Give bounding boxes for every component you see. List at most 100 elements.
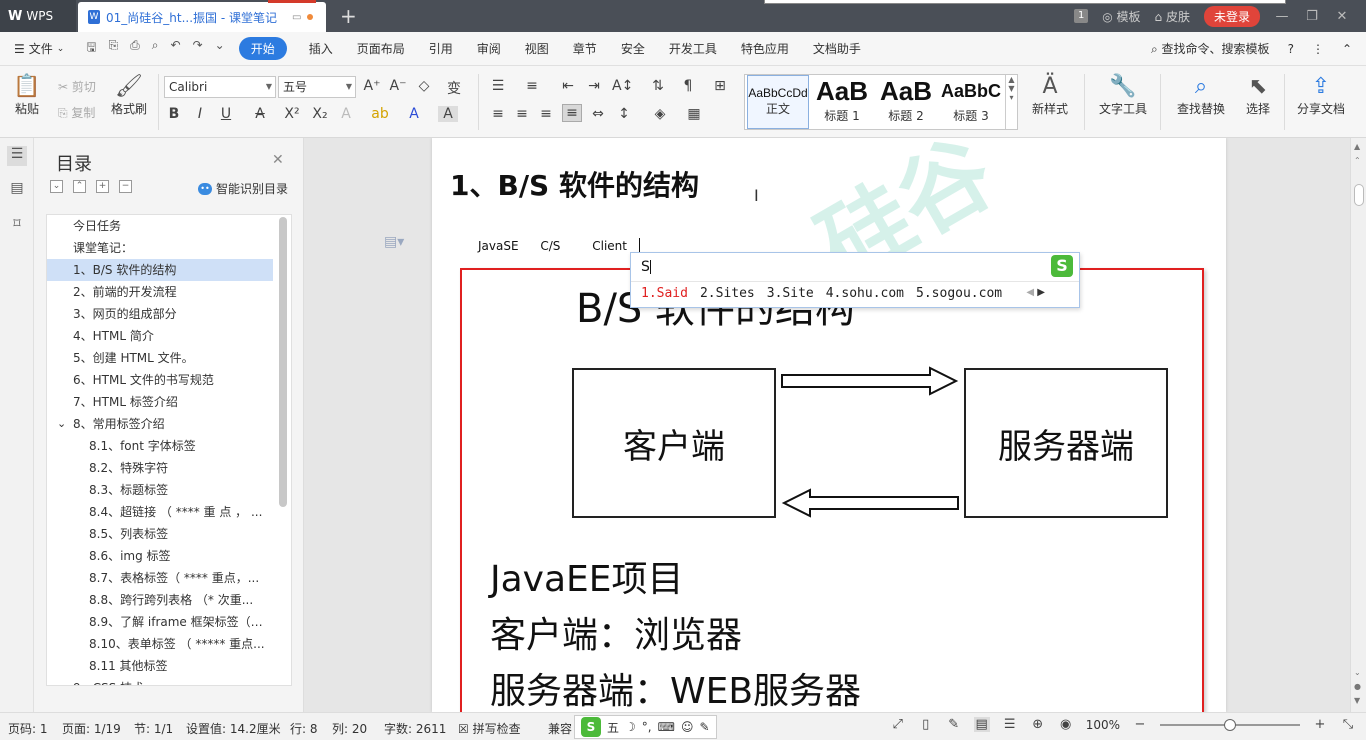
tab-security[interactable]: 安全: [609, 40, 657, 57]
style-scroll[interactable]: ▲ ▼ ▾: [1005, 75, 1017, 129]
command-search[interactable]: ⌕ 查找命令、搜索模板: [1151, 40, 1270, 57]
pin-icon[interactable]: ▭: [292, 12, 301, 23]
align-right-icon[interactable]: ≡: [536, 106, 556, 122]
tab-features[interactable]: 特色应用: [729, 40, 801, 57]
document-page[interactable]: 硅谷 1、B/S 软件的结构 I JavaSE C/S Client B/S 软…: [432, 138, 1226, 712]
bold-icon[interactable]: B: [164, 106, 184, 122]
scroll-down-icon[interactable]: ▼: [1354, 696, 1360, 705]
scroll-up-icon[interactable]: ▲: [1354, 142, 1360, 151]
sort-icon[interactable]: ⇅: [648, 78, 668, 94]
customize-icon[interactable]: ⌄: [215, 38, 225, 59]
text-tools-button[interactable]: 🔧 文字工具: [1094, 74, 1152, 117]
ime-candidate[interactable]: 1.Said: [641, 286, 688, 301]
minimize-icon[interactable]: —: [1274, 9, 1290, 24]
tab-count-badge[interactable]: 1: [1074, 9, 1089, 23]
strikethrough-icon[interactable]: A: [250, 106, 270, 122]
status-word-count[interactable]: 字数: 2611: [384, 720, 446, 737]
increase-indent-icon[interactable]: ⇥: [584, 78, 604, 94]
embedded-slide-image[interactable]: B/S 软件的结构 客户端 服务器端 JavaEE项目 客户端：浏览器 服务器端…: [460, 268, 1204, 712]
wps-home-tab[interactable]: W WPS: [0, 0, 76, 32]
add-heading-icon[interactable]: +: [96, 180, 109, 193]
ime-candidate[interactable]: 5.sogou.com: [916, 286, 1002, 301]
toc-item[interactable]: 4、HTML 简介: [47, 325, 273, 347]
tab-page-layout[interactable]: 页面布局: [345, 40, 417, 57]
tab-references[interactable]: 引用: [417, 40, 465, 57]
subscript-icon[interactable]: X₂: [310, 106, 330, 122]
page-up-icon[interactable]: ⌃: [1354, 156, 1361, 165]
font-color-icon[interactable]: A: [404, 106, 424, 122]
user-icon[interactable]: ☺: [681, 720, 694, 734]
toc-item[interactable]: 6、HTML 文件的书写规范: [47, 369, 273, 391]
paragraph-handle-icon[interactable]: ▤▾: [384, 234, 404, 250]
tab-doc-assistant[interactable]: 文档助手: [801, 40, 873, 57]
distribute-icon[interactable]: ⇔: [588, 106, 608, 122]
line-spacing-icon[interactable]: ↕: [614, 106, 634, 122]
grow-font-icon[interactable]: A⁺: [362, 78, 382, 94]
toc-item[interactable]: 今日任务: [47, 215, 273, 237]
print-preview-icon[interactable]: ⌕: [152, 38, 159, 59]
ime-mode[interactable]: 五: [607, 719, 619, 736]
toc-item[interactable]: 8.1、font 字体标签: [47, 435, 273, 457]
share-doc-button[interactable]: ⇪ 分享文档: [1294, 74, 1348, 117]
status-page-num[interactable]: 页码: 1: [8, 720, 48, 737]
bookmark-icon[interactable]: ⌑: [7, 216, 27, 236]
expand-all-icon[interactable]: ⌃: [73, 180, 86, 193]
tab-review[interactable]: 审阅: [465, 40, 513, 57]
collapse-ribbon-icon[interactable]: ⌃: [1342, 42, 1352, 56]
zoom-out-icon[interactable]: −: [1132, 717, 1148, 732]
status-pages[interactable]: 页面: 1/19: [62, 720, 121, 737]
underline-icon[interactable]: U: [216, 106, 236, 122]
page-view-icon[interactable]: ▤: [973, 717, 990, 732]
text-effect-icon[interactable]: A: [336, 106, 356, 122]
ime-next-page-icon[interactable]: ▶: [1037, 287, 1045, 298]
ime-candidate[interactable]: 3.Site: [767, 286, 814, 301]
skin-button[interactable]: ⌂ 皮肤: [1155, 8, 1190, 25]
decrease-indent-icon[interactable]: ⇤: [558, 78, 578, 94]
zoom-in-icon[interactable]: +: [1312, 717, 1328, 732]
wrench-icon[interactable]: ✎: [699, 720, 709, 734]
toc-item[interactable]: 8.8、跨行跨列表格 （* 次重...: [47, 589, 273, 611]
highlight-icon[interactable]: ab: [370, 106, 390, 122]
toc-item[interactable]: 8.7、表格标签（ **** 重点，...: [47, 567, 273, 589]
fullscreen-icon[interactable]: ⤢: [890, 717, 906, 732]
print-icon[interactable]: ⎙: [130, 38, 140, 59]
align-center-icon[interactable]: ≡: [512, 106, 532, 122]
toc-item[interactable]: 8.4、超链接 （ **** 重 点 ， ...: [47, 501, 273, 523]
toc-item[interactable]: 3、网页的组成部分: [47, 303, 273, 325]
char-shading-icon[interactable]: A: [438, 106, 458, 122]
font-size-select[interactable]: 五号 ▼: [278, 76, 356, 98]
find-replace-button[interactable]: ⌕ 查找替换: [1172, 74, 1230, 117]
zoom-slider[interactable]: [1160, 718, 1300, 731]
tab-insert[interactable]: 插入: [297, 40, 345, 57]
select-browse-icon[interactable]: ●: [1354, 682, 1361, 691]
spell-check-toggle[interactable]: ☒ 拼写检查: [458, 720, 521, 737]
toc-scrollbar[interactable]: [279, 217, 287, 507]
italic-icon[interactable]: I: [190, 106, 210, 122]
file-menu[interactable]: ☰ 文件 ⌄: [0, 40, 76, 57]
toc-item[interactable]: ⌄ 8、常用标签介绍: [47, 413, 273, 435]
toc-item[interactable]: 8.2、特殊字符: [47, 457, 273, 479]
toc-item[interactable]: 8.3、标题标签: [47, 479, 273, 501]
page-down-icon[interactable]: ⌄: [1354, 668, 1361, 677]
restore-icon[interactable]: ❐: [1304, 9, 1320, 24]
ime-candidate[interactable]: 2.Sites: [700, 286, 755, 301]
vertical-scrollbar[interactable]: ▲ ⌃ ⌄ ● ▼: [1350, 138, 1366, 712]
save-icon[interactable]: 🖫: [86, 38, 96, 59]
zoom-slider-thumb[interactable]: [1224, 718, 1236, 731]
help-icon[interactable]: ?: [1288, 42, 1294, 56]
template-button[interactable]: ◎ 模板: [1102, 8, 1140, 25]
sogou-logo-icon[interactable]: S: [581, 717, 601, 737]
borders-icon[interactable]: ▦: [684, 106, 704, 122]
style-heading-3[interactable]: AaBbC 标题 3: [939, 75, 1003, 129]
tab-view[interactable]: 视图: [513, 40, 561, 57]
close-icon[interactable]: ✕: [1334, 9, 1350, 24]
justify-icon[interactable]: ≡: [562, 104, 582, 122]
zoom-level[interactable]: 100%: [1086, 718, 1120, 732]
tab-developer[interactable]: 开发工具: [657, 40, 729, 57]
punctuation-icon[interactable]: °,: [642, 720, 652, 734]
undo-icon[interactable]: ↶: [171, 38, 181, 59]
web-view-icon[interactable]: ⊕: [1030, 717, 1046, 732]
toc-item[interactable]: 8.6、img 标签: [47, 545, 273, 567]
table-border-icon[interactable]: ⊞: [710, 78, 730, 94]
chapter-panel-icon[interactable]: ▤: [7, 180, 27, 200]
